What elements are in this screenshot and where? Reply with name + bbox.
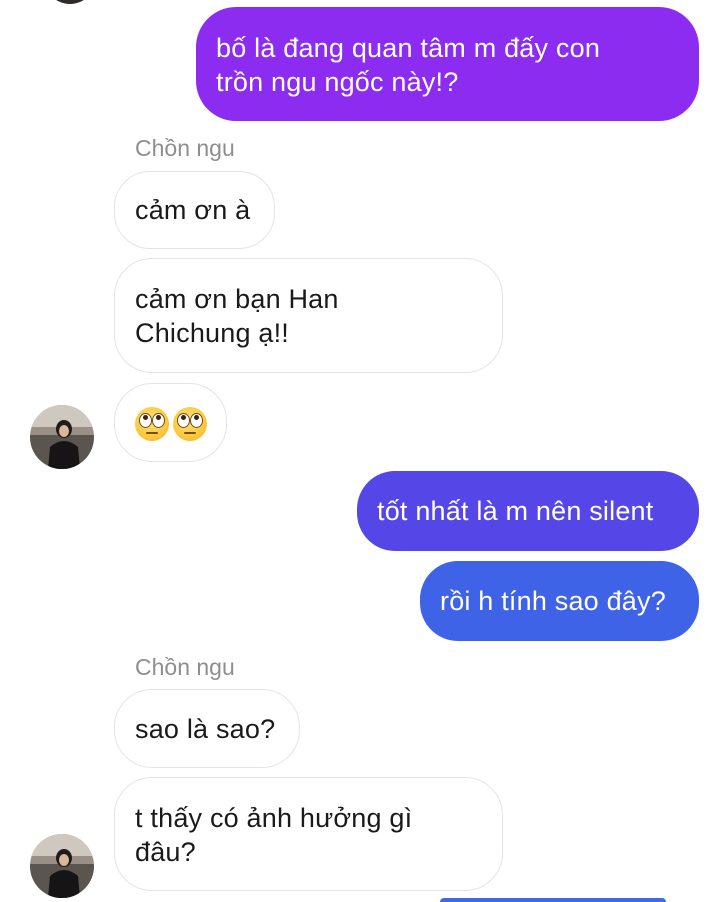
message-text: rồi h tính sao đây? [440, 586, 666, 616]
message-bubble-incoming[interactable]: cảm ơn bạn Han Chichung ạ!! [114, 258, 503, 373]
message-bubble-emoji[interactable] [114, 383, 227, 462]
message-text-line: Chichung ạ!! [135, 318, 289, 348]
sender-avatar[interactable] [30, 405, 94, 469]
message-bubble-outgoing-cropped[interactable] [440, 898, 666, 902]
sender-name: Chồn ngu [135, 135, 235, 161]
message-text-line: cảm ơn bạn Han [135, 284, 339, 314]
avatar-photo-icon [30, 405, 94, 469]
message-bubble-incoming[interactable]: t thấy có ảnh hưởng gì đâu? [114, 777, 503, 891]
message-text-line: trồn ngu ngốc này!? [216, 67, 459, 97]
message-text: tốt nhất là m nên silent [377, 496, 654, 526]
message-text-line: t thấy có ảnh hưởng gì [135, 803, 413, 833]
message-bubble-outgoing[interactable]: bố là đang quan tâm m đấy con trồn ngu n… [196, 7, 699, 121]
message-bubble-outgoing[interactable]: tốt nhất là m nên silent [357, 471, 699, 551]
sender-avatar[interactable] [30, 834, 94, 898]
message-bubble-incoming[interactable]: cảm ơn à [114, 171, 275, 249]
message-text-line: đâu? [135, 837, 196, 867]
sender-name: Chồn ngu [135, 654, 235, 680]
rolling-eyes-emoji-icon [135, 406, 169, 441]
rolling-eyes-emoji-icon [173, 406, 207, 441]
message-text-line: bố là đang quan tâm m đấy con [216, 33, 601, 63]
avatar-photo-icon [30, 834, 94, 898]
message-bubble-incoming[interactable]: sao là sao? [114, 689, 300, 768]
avatar-cropped [42, 0, 98, 4]
message-text: sao là sao? [135, 714, 276, 744]
message-bubble-outgoing[interactable]: rồi h tính sao đây? [420, 561, 699, 641]
message-text: cảm ơn à [135, 195, 251, 225]
